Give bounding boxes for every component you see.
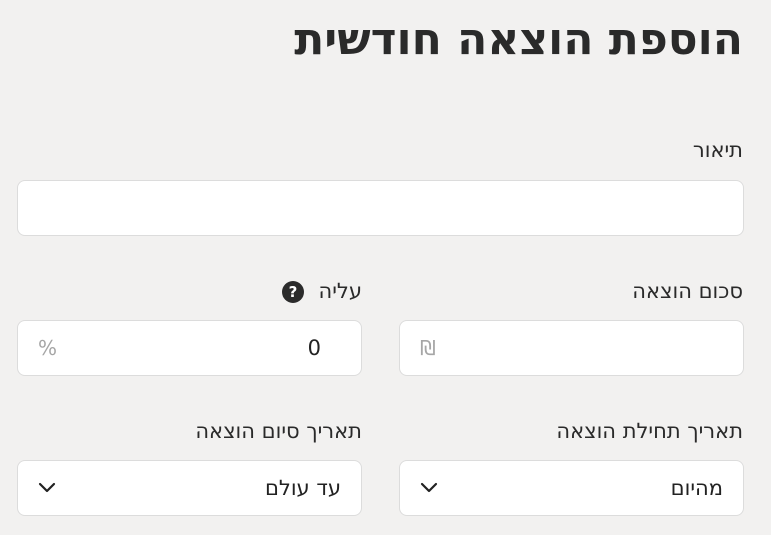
start-date-value: מהיום: [670, 476, 723, 500]
end-date-value: עד עולם: [264, 476, 341, 500]
increase-input[interactable]: [18, 321, 361, 375]
amount-input[interactable]: [400, 321, 743, 375]
shekel-icon: ₪: [420, 336, 436, 360]
start-date-label: תאריך תחילת הוצאה: [556, 419, 743, 443]
increase-field: %: [17, 320, 362, 376]
add-monthly-expense-form: הוספת הוצאה חודשית תיאור סכום הוצאה ₪ על…: [0, 0, 771, 535]
chevron-down-icon: [420, 482, 438, 493]
start-date-select[interactable]: מהיום: [399, 460, 744, 516]
question-circle-icon[interactable]: ?: [282, 281, 304, 303]
increase-label: עליה: [318, 279, 363, 303]
amount-label: סכום הוצאה: [632, 279, 743, 303]
end-date-label: תאריך סיום הוצאה: [195, 419, 362, 443]
description-label: תיאור: [692, 138, 743, 162]
percent-icon: %: [38, 336, 58, 360]
description-field: [17, 180, 744, 236]
chevron-down-icon: [38, 482, 56, 493]
description-input[interactable]: [18, 181, 743, 235]
amount-field: ₪: [399, 320, 744, 376]
end-date-select[interactable]: עד עולם: [17, 460, 362, 516]
page-title: הוספת הוצאה חודשית: [294, 14, 743, 65]
